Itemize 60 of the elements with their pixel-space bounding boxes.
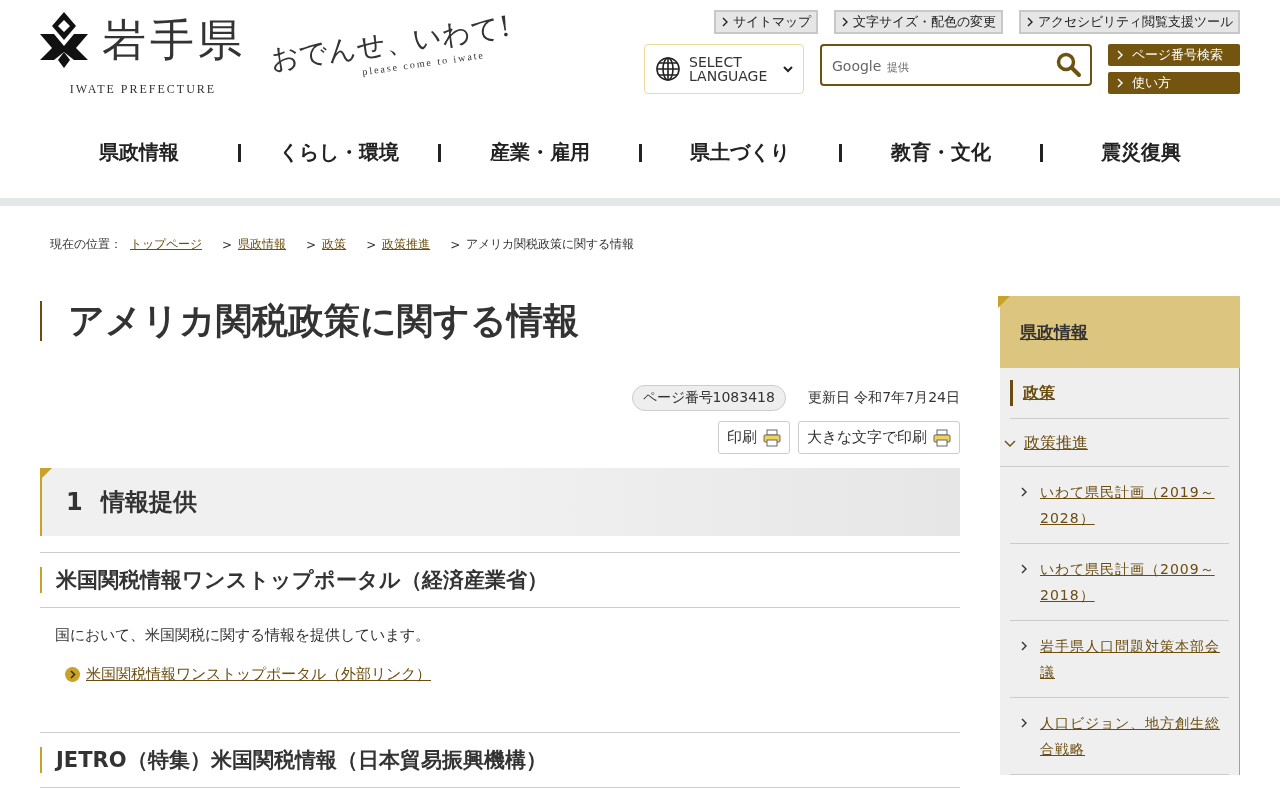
section-heading: 情報提供 <box>100 487 197 518</box>
breadcrumb-link[interactable]: 政策 <box>322 236 347 253</box>
print-button[interactable]: 印刷 <box>718 421 790 454</box>
sidebar-heading-link[interactable]: 県政情報 <box>1020 320 1088 344</box>
globe-icon <box>655 56 681 82</box>
chevron-right-icon <box>1026 17 1034 27</box>
logo-text[interactable]: 岩手県 <box>102 18 246 62</box>
breadcrumb-current: アメリカ関税政策に関する情報 <box>466 236 635 253</box>
chevron-right-icon <box>841 17 849 27</box>
search-icon[interactable] <box>1056 52 1082 78</box>
breadcrumb-separator: > <box>366 237 377 252</box>
sidebar-link[interactable]: いわて県民計画（2019～2028） <box>1040 479 1229 531</box>
sidebar-section-link[interactable]: 政策 <box>1010 380 1229 406</box>
breadcrumb-link[interactable]: 政策推進 <box>382 236 431 253</box>
nav-item[interactable]: 県政情報 <box>40 139 238 166</box>
nav-item[interactable]: 県土づくり <box>641 139 839 166</box>
nav-item[interactable]: 産業・雇用 <box>441 139 639 166</box>
breadcrumb-label: 現在の位置： <box>50 236 122 253</box>
breadcrumb-separator: > <box>306 237 317 252</box>
chevron-right-icon <box>1020 641 1028 651</box>
page-number: ページ番号1083418 <box>631 385 786 411</box>
utility-link[interactable]: アクセシビリティ閲覧支援ツール <box>1019 10 1240 34</box>
page-title: アメリカ関税政策に関する情報 <box>40 301 960 341</box>
sidebar-link[interactable]: いわて県民計画（2009～2018） <box>1040 556 1229 608</box>
section-number: 1 <box>66 488 83 516</box>
sidebar-link[interactable]: 政策推進 <box>1024 433 1088 454</box>
external-link[interactable]: 米国関税情報ワンストップポータル（外部リンク） <box>86 665 431 684</box>
quick-button[interactable]: 使い方 <box>1108 72 1240 94</box>
subsection-heading: JETRO（特集）米国関税情報（日本貿易振興機構） <box>40 747 960 773</box>
search-field[interactable]: Google 提供 <box>820 44 1092 86</box>
corner-icon <box>998 296 1010 308</box>
chevron-down-icon <box>783 65 793 73</box>
nav-item[interactable]: くらし・環境 <box>240 139 438 166</box>
breadcrumb-link[interactable]: トップページ <box>130 236 202 253</box>
breadcrumb-link[interactable]: 県政情報 <box>238 236 287 253</box>
language-select[interactable]: SELECT LANGUAGE <box>644 44 804 94</box>
nav-item[interactable]: 震災復興 <box>1042 139 1240 166</box>
chevron-right-icon <box>1020 718 1028 728</box>
subsection-heading: 米国関税情報ワンストップポータル（経済産業省） <box>40 567 960 593</box>
chevron-right-icon <box>1020 564 1028 574</box>
breadcrumb-separator: > <box>450 237 461 252</box>
utility-link[interactable]: 文字サイズ・配色の変更 <box>834 10 1003 34</box>
emblem-icon <box>40 12 88 68</box>
chevron-right-icon <box>1020 487 1028 497</box>
chevron-right-icon <box>1116 78 1124 88</box>
sidebar-link[interactable]: 人口ビジョン、地方創生総合戦略 <box>1040 710 1229 762</box>
quick-button[interactable]: ページ番号検索 <box>1108 44 1240 66</box>
logo-subtext: IWATE PREFECTURE <box>69 82 217 97</box>
paragraph: 国において、米国関税に関する情報を提供しています。 <box>54 625 431 645</box>
breadcrumb-separator: > <box>222 237 233 252</box>
nav-item[interactable]: 教育・文化 <box>842 139 1040 166</box>
arrow-circle-icon <box>65 667 80 682</box>
printer-icon <box>763 428 781 447</box>
chevron-right-icon <box>1116 50 1124 60</box>
updated-date: 更新日 令和7年7月24日 <box>807 389 960 407</box>
utility-link[interactable]: サイトマップ <box>714 10 818 34</box>
printer-icon <box>933 428 951 447</box>
chevron-right-icon <box>721 17 729 27</box>
print-button[interactable]: 大きな文字で印刷 <box>798 421 960 454</box>
sidebar-link[interactable]: 岩手県人口問題対策本部会議 <box>1040 633 1229 685</box>
